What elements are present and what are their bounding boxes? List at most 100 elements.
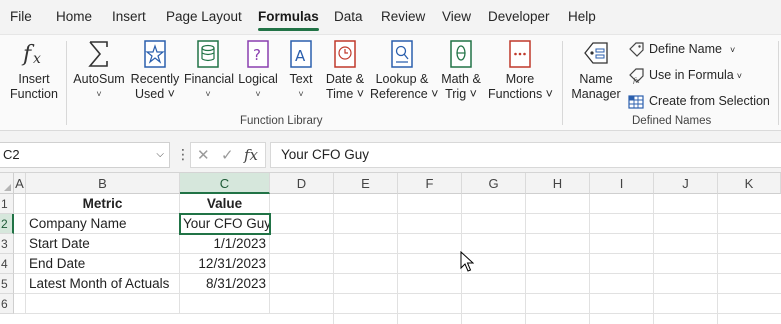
create-from-selection-label: Create from Selection bbox=[649, 94, 770, 108]
use-in-formula-button[interactable]: fx Use in Formula ˅ bbox=[628, 65, 742, 85]
column-header-b[interactable]: B bbox=[26, 173, 180, 194]
sigma-icon bbox=[88, 41, 108, 67]
ribbon-separator bbox=[562, 41, 563, 125]
tag-icon bbox=[629, 42, 644, 57]
cell-c4[interactable]: 12/31/2023 bbox=[180, 254, 270, 274]
tab-review[interactable]: Review bbox=[381, 9, 425, 24]
cell-a3[interactable] bbox=[14, 234, 26, 254]
column-header-f[interactable]: F bbox=[398, 173, 462, 194]
autosum-button[interactable]: AutoSum ˅ bbox=[72, 39, 126, 102]
row-header-4[interactable]: 4 bbox=[0, 254, 14, 274]
fx-icon: f x bbox=[21, 42, 41, 67]
cell-a4[interactable] bbox=[14, 254, 26, 274]
cell-b5[interactable]: Latest Month of Actuals bbox=[26, 274, 180, 294]
cell-b2[interactable]: Company Name bbox=[26, 214, 180, 234]
logical-dropdown: ˅ bbox=[255, 89, 261, 99]
math-trig-button[interactable]: Math & Trig ˅ bbox=[438, 39, 484, 102]
use-in-formula-label: Use in Formula bbox=[649, 68, 734, 82]
insert-function-button[interactable]: f x Insert Function bbox=[8, 39, 60, 102]
more-functions-label-2: Functions ˅ bbox=[488, 87, 553, 101]
column-header-h[interactable]: H bbox=[526, 173, 590, 194]
cell-c1[interactable]: Value bbox=[180, 194, 270, 214]
cell-a2[interactable] bbox=[14, 214, 26, 234]
tab-home[interactable]: Home bbox=[56, 9, 92, 24]
cancel-icon[interactable]: ✕ bbox=[197, 146, 210, 164]
logical-button[interactable]: ? Logical ˅ bbox=[236, 39, 280, 102]
column-header-g[interactable]: G bbox=[462, 173, 526, 194]
theta-book-icon bbox=[450, 40, 472, 68]
create-from-selection-button[interactable]: Create from Selection bbox=[628, 91, 770, 111]
row-header-5[interactable]: 5 bbox=[0, 274, 14, 294]
name-manager-button[interactable]: Name Manager bbox=[570, 39, 622, 102]
name-tag-icon bbox=[584, 42, 608, 64]
ribbon: f x Insert Function AutoSum ˅ Recently U… bbox=[0, 34, 781, 131]
clock-book-icon bbox=[334, 40, 356, 68]
date-time-button[interactable]: Date & Time ˅ bbox=[322, 39, 368, 102]
cell-b1[interactable]: Metric bbox=[26, 194, 180, 214]
name-manager-label-2: Manager bbox=[571, 87, 621, 101]
menu-bar: File Home Insert Page Layout Formulas Da… bbox=[0, 0, 781, 34]
select-all-corner[interactable] bbox=[0, 173, 14, 194]
row-header-6[interactable]: 6 bbox=[0, 294, 14, 314]
tab-page-layout[interactable]: Page Layout bbox=[166, 9, 242, 24]
text-button[interactable]: A Text ˅ bbox=[284, 39, 318, 102]
tab-data[interactable]: Data bbox=[334, 9, 363, 24]
column-header-a[interactable]: A bbox=[14, 173, 26, 194]
function-library-group-label: Function Library bbox=[240, 115, 323, 127]
define-name-button[interactable]: Define Name ˅ bbox=[628, 39, 735, 59]
dots-book-icon bbox=[509, 40, 531, 68]
cell-a5[interactable] bbox=[14, 274, 26, 294]
name-box-value: C2 bbox=[3, 147, 20, 162]
recently-used-button[interactable]: Recently Used ˅ bbox=[130, 39, 180, 102]
ribbon-separator bbox=[66, 41, 67, 125]
insert-function-fx-icon[interactable]: fx bbox=[244, 146, 258, 164]
tab-formulas[interactable]: Formulas bbox=[258, 9, 319, 31]
date-time-label-1: Date & bbox=[325, 72, 365, 86]
cell-c6[interactable] bbox=[180, 294, 270, 314]
name-manager-label-1: Name bbox=[579, 72, 613, 86]
math-trig-label-1: Math & bbox=[441, 72, 481, 86]
column-header-j[interactable]: J bbox=[654, 173, 718, 194]
cell-c5[interactable]: 8/31/2023 bbox=[180, 274, 270, 294]
name-box-dropdown-icon[interactable]: ⌵ bbox=[156, 143, 164, 167]
tab-insert[interactable]: Insert bbox=[112, 9, 146, 24]
svg-text:fx: fx bbox=[632, 77, 640, 84]
tab-view[interactable]: View bbox=[442, 9, 471, 24]
cell-b6[interactable] bbox=[26, 294, 180, 314]
spreadsheet-grid: A B C D E F G H I J K 1 2 3 4 5 6 Metric… bbox=[0, 172, 781, 324]
column-header-e[interactable]: E bbox=[334, 173, 398, 194]
column-header-c[interactable]: C bbox=[180, 173, 270, 194]
star-book-icon bbox=[144, 40, 166, 68]
svg-text:x: x bbox=[33, 51, 41, 67]
lookup-reference-button[interactable]: Lookup & Reference ˅ bbox=[370, 39, 439, 102]
lookup-reference-label-2: Reference ˅ bbox=[370, 87, 439, 101]
insert-function-label-2: Function bbox=[10, 87, 58, 101]
cell-c3[interactable]: 1/1/2023 bbox=[180, 234, 270, 254]
column-header-k[interactable]: K bbox=[718, 173, 781, 194]
more-functions-button[interactable]: More Functions ˅ bbox=[488, 39, 553, 102]
column-header-d[interactable]: D bbox=[270, 173, 334, 194]
row-header-1[interactable]: 1 bbox=[0, 194, 14, 214]
more-functions-label-1: More bbox=[505, 72, 535, 86]
financial-button[interactable]: Financial ˅ bbox=[184, 39, 234, 102]
enter-icon[interactable]: ✓ bbox=[221, 146, 234, 164]
tab-file[interactable]: File bbox=[10, 9, 32, 24]
cell-b3[interactable]: Start Date bbox=[26, 234, 180, 254]
empty-cells-grid[interactable] bbox=[270, 194, 781, 324]
grid-selection-icon bbox=[628, 95, 644, 109]
column-header-i[interactable]: I bbox=[590, 173, 654, 194]
cell-a6[interactable] bbox=[14, 294, 26, 314]
formula-bar-options-icon[interactable]: ⋮ bbox=[176, 146, 190, 163]
tab-help[interactable]: Help bbox=[568, 9, 596, 24]
cell-b4[interactable]: End Date bbox=[26, 254, 180, 274]
cell-a1[interactable] bbox=[14, 194, 26, 214]
ribbon-separator bbox=[778, 41, 779, 125]
formula-input[interactable]: Your CFO Guy bbox=[270, 142, 781, 168]
row-header-3[interactable]: 3 bbox=[0, 234, 14, 254]
formula-bar-buttons: ✕ ✓ fx bbox=[190, 142, 266, 168]
use-in-formula-dropdown-icon: ˅ bbox=[736, 71, 743, 81]
row-header-2[interactable]: 2 bbox=[0, 214, 14, 234]
tab-developer[interactable]: Developer bbox=[488, 9, 550, 24]
cell-c2[interactable]: Your CFO Guy bbox=[179, 213, 271, 235]
name-box[interactable]: C2 ⌵ bbox=[0, 142, 170, 168]
